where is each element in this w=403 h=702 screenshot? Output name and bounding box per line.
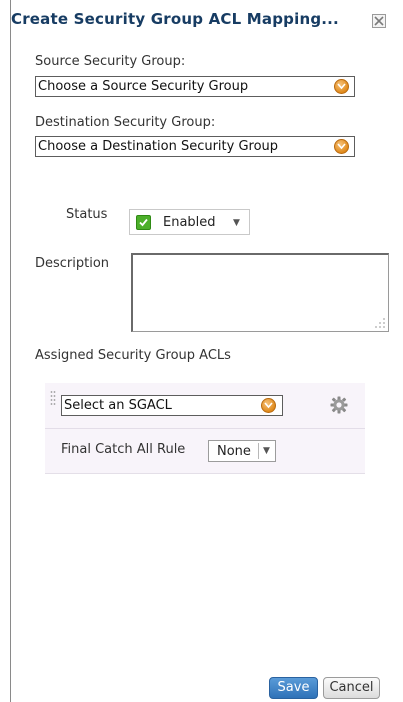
description-textarea[interactable] [131,253,389,332]
source-group-select[interactable]: Choose a Source Security Group [35,76,355,97]
final-catch-all-label: Final Catch All Rule [61,442,186,457]
destination-group-select[interactable]: Choose a Destination Security Group [35,136,355,157]
acl-row-divider [45,428,365,429]
drag-handle-icon[interactable] [50,390,56,410]
chevron-down-circle-icon[interactable] [334,79,349,94]
status-value: Enabled [163,215,216,230]
cancel-button[interactable]: Cancel [323,677,380,699]
save-button[interactable]: Save [269,677,318,699]
caret-down-icon[interactable]: ▼ [263,446,270,456]
enabled-checkbox[interactable] [136,215,151,230]
caret-down-icon[interactable]: ▼ [233,218,240,228]
gear-icon[interactable] [330,396,348,414]
assigned-acls-label: Assigned Security Group ACLs [35,348,231,363]
sgacl-select-value: Select an SGACL [64,398,172,413]
dialog-title: Create Security Group ACL Mapping... [11,10,339,28]
source-group-label: Source Security Group: [35,54,186,69]
chevron-down-circle-icon[interactable] [334,139,349,154]
final-catch-all-select[interactable]: None ▼ [208,440,276,462]
create-sgacl-mapping-dialog: Create Security Group ACL Mapping... Sou… [10,0,403,702]
chevron-down-circle-icon[interactable] [261,398,276,413]
destination-group-value: Choose a Destination Security Group [38,139,279,154]
status-dropdown[interactable]: Enabled ▼ [129,209,250,235]
destination-group-label: Destination Security Group: [35,115,216,130]
select-divider [258,443,259,459]
assigned-acls-panel: Select an SGACL Final Catch All Rule Non… [45,383,365,474]
description-label: Description [35,256,110,271]
final-catch-all-value: None [217,444,251,459]
sgacl-select[interactable]: Select an SGACL [61,395,283,416]
status-label: Status [66,207,108,222]
close-x-icon[interactable] [372,14,386,28]
source-group-value: Choose a Source Security Group [38,79,249,94]
resize-grip-icon[interactable] [374,317,386,329]
